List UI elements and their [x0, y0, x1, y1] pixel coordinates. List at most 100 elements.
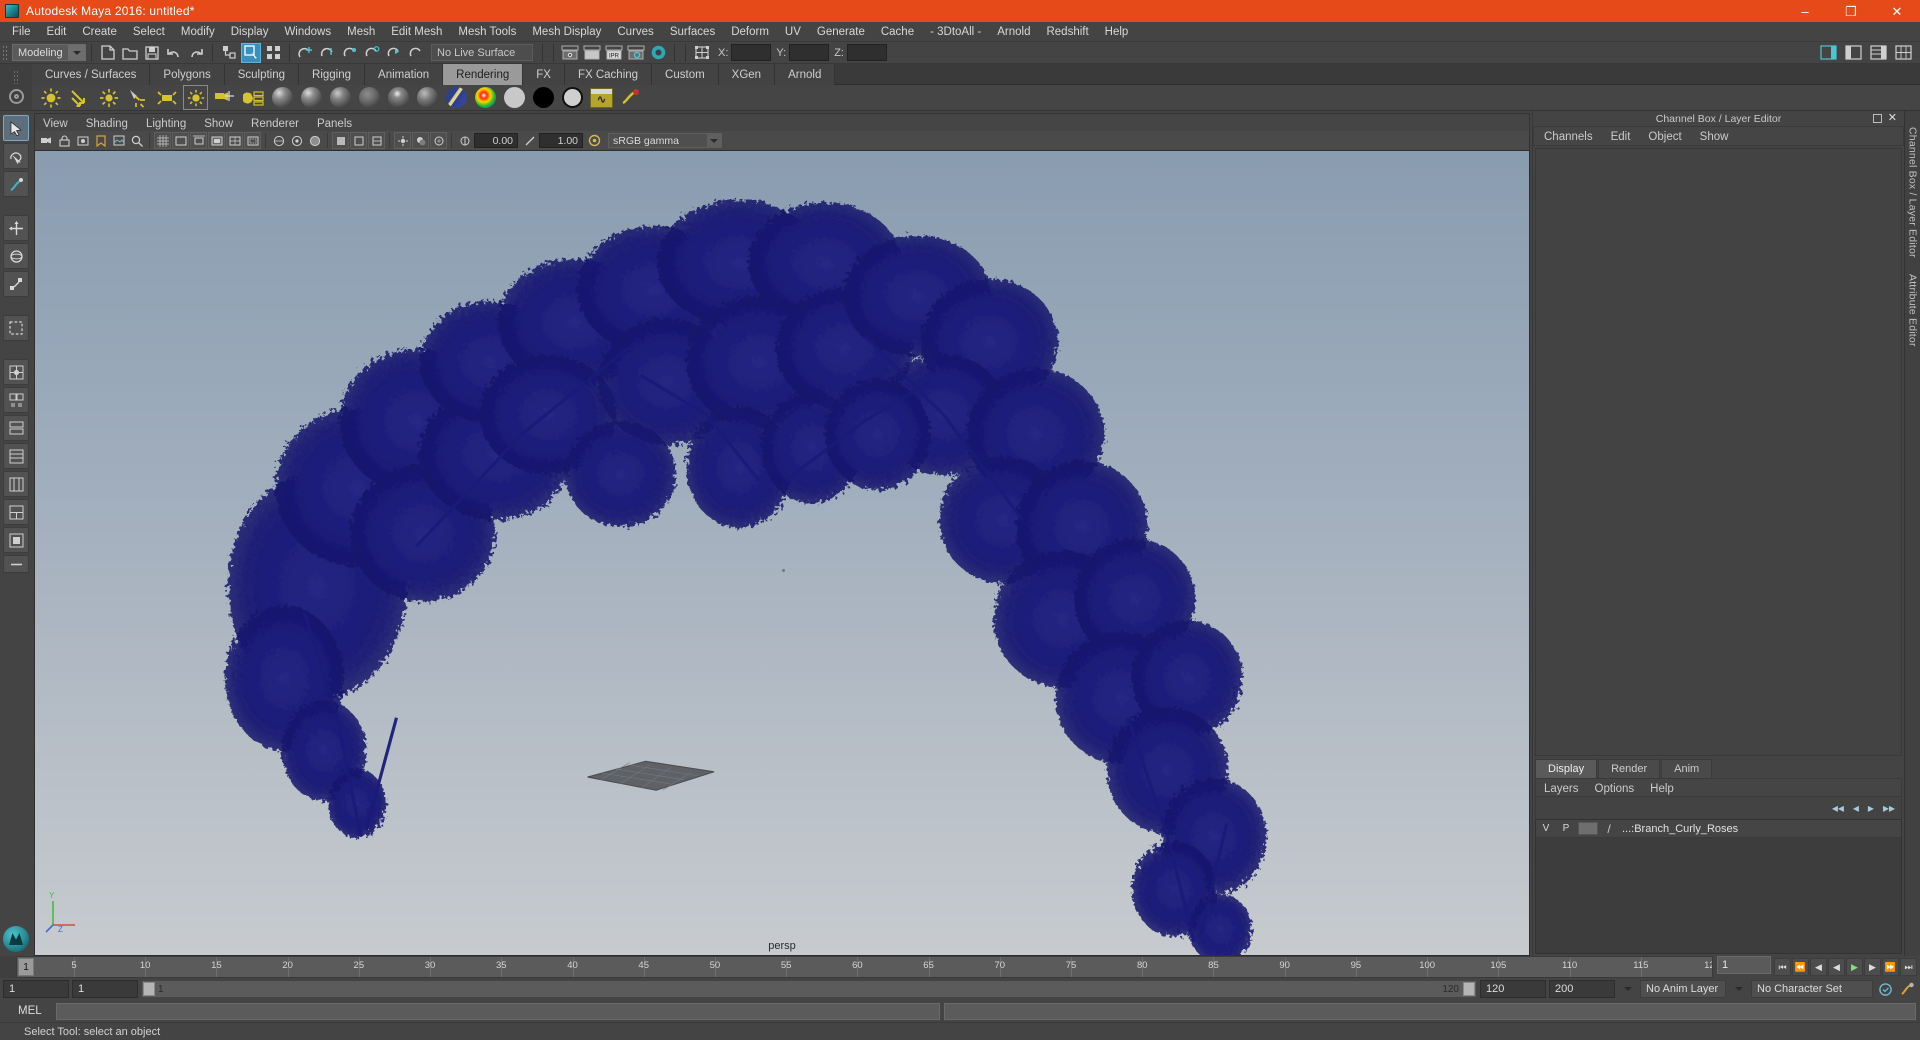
more-layouts[interactable] [3, 555, 29, 573]
channel-box-menu-object[interactable]: Object [1648, 127, 1699, 145]
phong-e-material-icon[interactable] [357, 85, 382, 110]
shelf-tab-sculpting[interactable]: Sculpting [224, 64, 300, 85]
toolbar-grip[interactable] [2, 44, 9, 61]
phong-material-icon[interactable] [328, 85, 353, 110]
menu-item-windows[interactable]: Windows [276, 22, 339, 42]
shelf-tab-fx-caching[interactable]: FX Caching [564, 64, 653, 85]
menu-item-cache[interactable]: Cache [873, 22, 922, 42]
layer-editor-tab-display[interactable]: Display [1535, 759, 1598, 778]
gate-mask-icon[interactable] [208, 132, 225, 149]
xray-joints-icon[interactable] [288, 132, 305, 149]
shelf-tab-xgen[interactable]: XGen [718, 64, 776, 85]
layered-shader-icon[interactable] [415, 85, 440, 110]
grid-toggle-icon[interactable] [154, 132, 171, 149]
chevron-down-icon[interactable] [68, 45, 85, 60]
scale-tool[interactable] [3, 271, 29, 297]
make-live-icon[interactable] [406, 43, 426, 63]
anim-end-time-field[interactable]: 200 [1549, 980, 1615, 998]
snap-to-view-plane-icon[interactable] [384, 43, 404, 63]
go-to-start-icon[interactable]: ⏮ [1774, 958, 1791, 976]
ramp-shader-icon[interactable] [444, 85, 469, 110]
layer-visibility-toggle[interactable]: V [1538, 821, 1554, 836]
layer-editor-tab-anim[interactable]: Anim [1661, 759, 1713, 778]
close-button[interactable]: ✕ [1874, 0, 1920, 22]
render-current-frame-icon[interactable] [582, 43, 602, 63]
vertical-tab-channel-box-layer-editor[interactable]: Channel Box / Layer Editor [1907, 119, 1919, 266]
menu-item-help[interactable]: Help [1097, 22, 1137, 42]
blinn-material-icon[interactable] [270, 85, 295, 110]
anim-layer-selector[interactable]: No Anim Layer [1640, 980, 1726, 998]
shelf-tab-animation[interactable]: Animation [365, 64, 444, 85]
open-scene-icon[interactable] [120, 43, 140, 63]
menu-set-selector[interactable]: Modeling [12, 44, 86, 61]
film-gate-icon[interactable] [172, 132, 189, 149]
gamma-field[interactable]: 1.00 [539, 133, 583, 148]
coord-x-field[interactable] [731, 44, 772, 61]
color-management-icon[interactable] [586, 132, 603, 149]
anisotropic-material-icon[interactable] [386, 85, 411, 110]
four-view-layout[interactable] [3, 359, 29, 385]
close-icon[interactable]: ✕ [1888, 113, 1897, 124]
snap-to-projected-center-icon[interactable] [362, 43, 382, 63]
persp-graph-layout[interactable] [3, 443, 29, 469]
channel-box-menu-edit[interactable]: Edit [1611, 127, 1649, 145]
select-tool[interactable] [3, 115, 29, 141]
paint-select-tool[interactable] [3, 171, 29, 197]
menu-item-uv[interactable]: UV [777, 22, 809, 42]
gear-icon[interactable] [8, 89, 24, 105]
ipr-render-icon[interactable]: IPR [604, 43, 624, 63]
paint-effects-icon[interactable] [618, 85, 643, 110]
lambert-material-icon[interactable] [299, 85, 324, 110]
menu-item-file[interactable]: File [4, 22, 39, 42]
menu-item-display[interactable]: Display [223, 22, 277, 42]
range-start-time-field[interactable]: 1 [72, 980, 138, 998]
snap-to-grid-icon[interactable] [296, 43, 316, 63]
menu-item-mesh[interactable]: Mesh [339, 22, 383, 42]
show-hide-channel-box-icon[interactable] [1868, 43, 1888, 63]
lock-camera-icon[interactable] [56, 132, 73, 149]
menu-item-modify[interactable]: Modify [173, 22, 223, 42]
textured-icon[interactable] [368, 132, 385, 149]
camera-attributes-icon[interactable] [74, 132, 91, 149]
safe-action-icon[interactable] [244, 132, 261, 149]
snap-to-point-icon[interactable] [340, 43, 360, 63]
flat-shade-icon[interactable] [350, 132, 367, 149]
viewport-menu-renderer[interactable]: Renderer [251, 114, 317, 132]
menu-item-select[interactable]: Select [125, 22, 173, 42]
surface-shader-icon[interactable] [473, 85, 498, 110]
last-tool-used[interactable] [3, 315, 29, 341]
menu-item-mesh-display[interactable]: Mesh Display [524, 22, 609, 42]
wireframe-on-shaded-icon[interactable] [306, 132, 323, 149]
layer-editor-menu-options[interactable]: Options [1595, 779, 1651, 797]
displacement-icon[interactable] [560, 85, 585, 110]
current-frame-field[interactable]: 1 [1717, 956, 1771, 974]
rotate-tool[interactable] [3, 243, 29, 269]
pin-icon[interactable] [1873, 114, 1882, 123]
workspace-selector-icon[interactable] [1893, 43, 1913, 63]
range-start-handle[interactable] [143, 982, 155, 996]
field-chart-icon[interactable] [226, 132, 243, 149]
anim-layer-chevron-icon[interactable] [1729, 980, 1748, 998]
shelf-tab-custom[interactable]: Custom [652, 64, 719, 85]
channel-box-content[interactable] [1535, 148, 1902, 756]
range-end-time-field[interactable]: 120 [1480, 980, 1546, 998]
viewport-menu-lighting[interactable]: Lighting [146, 114, 204, 132]
image-plane-icon[interactable] [110, 132, 127, 149]
two-d-pan-zoom-icon[interactable] [128, 132, 145, 149]
redo-icon[interactable] [186, 43, 206, 63]
show-hide-attribute-editor-icon[interactable] [1818, 43, 1838, 63]
gamma-icon[interactable] [521, 132, 538, 149]
menu-item-edit-mesh[interactable]: Edit Mesh [383, 22, 450, 42]
chevron-down-icon[interactable] [707, 134, 721, 147]
menu-item-generate[interactable]: Generate [809, 22, 873, 42]
layer-type-icon[interactable]: / [1602, 822, 1616, 836]
persp-hypershade-layout[interactable] [3, 471, 29, 497]
time-slider-grip[interactable] [0, 956, 16, 978]
exposure-field[interactable]: 0.00 [474, 133, 518, 148]
shelf-tab-arnold[interactable]: Arnold [775, 64, 836, 85]
minimize-button[interactable]: – [1782, 0, 1828, 22]
hypershade-window-icon[interactable]: ∿ [589, 85, 614, 110]
volume-light-icon[interactable] [183, 85, 208, 110]
select-by-object-icon[interactable] [241, 42, 261, 63]
layer-prev-icon[interactable]: ◂ [1853, 801, 1859, 815]
